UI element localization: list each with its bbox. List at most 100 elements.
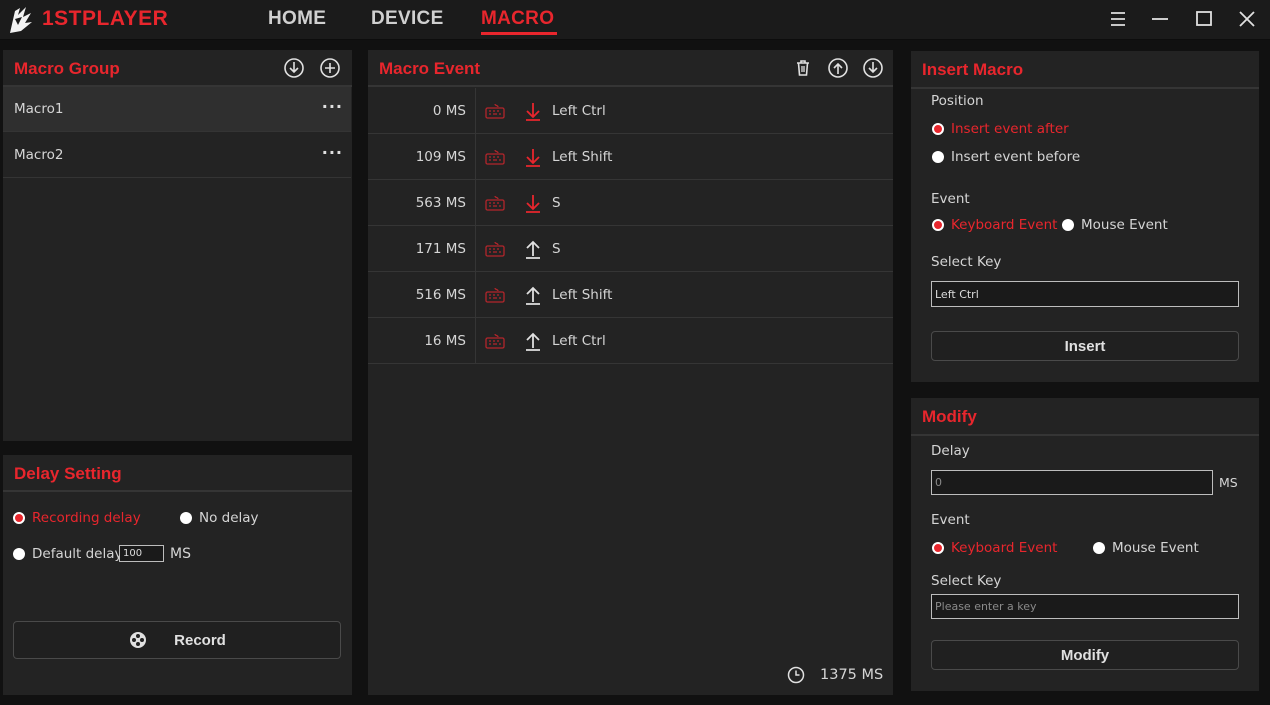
keyboard-icon <box>485 333 505 349</box>
modify-panel: Modify Delay 0 MS Event Keyboard Event M… <box>911 398 1259 691</box>
import-icon[interactable] <box>283 57 305 79</box>
column-divider <box>475 318 476 363</box>
insert-mouse-event-radio[interactable]: Mouse Event <box>1062 217 1168 233</box>
modify-keyboard-event-radio[interactable]: Keyboard Event <box>932 540 1057 556</box>
key-up-arrow-icon <box>524 285 542 305</box>
modify-title: Modify <box>922 407 977 426</box>
macro-event-row[interactable]: 109 MS Left Shift <box>368 134 893 180</box>
position-label: Position <box>931 93 984 109</box>
macro-event-title: Macro Event <box>379 59 481 78</box>
radio-label: Mouse Event <box>1112 540 1199 556</box>
macro-item-macro1[interactable]: Macro1 ··· <box>3 87 351 132</box>
nav-macro[interactable]: MACRO <box>481 8 554 30</box>
insert-after-radio[interactable]: Insert event after <box>932 121 1069 137</box>
menu-button[interactable] <box>1107 8 1131 30</box>
radio-label: Keyboard Event <box>951 540 1058 556</box>
insert-key-input[interactable]: Left Ctrl <box>931 281 1239 307</box>
default-delay-input[interactable]: 100 <box>119 545 164 562</box>
recording-delay-radio[interactable]: Recording delay <box>13 510 141 526</box>
add-icon[interactable] <box>319 57 341 79</box>
macro-group-panel: Macro Group Macro1 ··· Macro2 ··· <box>3 50 352 441</box>
radio-label: Mouse Event <box>1081 217 1168 233</box>
move-down-icon[interactable] <box>862 57 884 79</box>
brand-name: 1STPLAYER <box>42 7 169 30</box>
divider <box>911 434 1259 436</box>
radio-unselected-icon <box>1093 542 1105 554</box>
modify-key-input[interactable]: Please enter a key <box>931 594 1239 619</box>
radio-label: Insert event before <box>951 149 1081 165</box>
event-delay: 171 MS <box>415 241 466 257</box>
key-up-arrow-icon <box>524 239 542 259</box>
macro-event-row[interactable]: 16 MS Left Ctrl <box>368 318 893 364</box>
event-key: Left Shift <box>552 287 613 303</box>
delay-label: Delay <box>931 443 970 459</box>
delay-setting-title: Delay Setting <box>14 464 122 483</box>
insert-before-radio[interactable]: Insert event before <box>932 149 1080 165</box>
macro-event-row[interactable]: 171 MS S <box>368 226 893 272</box>
macro-event-panel: Macro Event 0 MS Left Ctrl 109 MS Left Shif… <box>368 50 893 695</box>
radio-label: Insert event after <box>951 121 1069 137</box>
nav-home[interactable]: HOME <box>268 8 326 30</box>
event-delay: 16 MS <box>424 333 466 349</box>
more-options-icon[interactable]: ··· <box>322 97 343 116</box>
event-key: S <box>552 241 561 257</box>
minimize-button[interactable] <box>1149 8 1173 30</box>
key-up-arrow-icon <box>524 331 542 351</box>
macro-event-row[interactable]: 563 MS S <box>368 180 893 226</box>
key-down-arrow-icon <box>524 147 542 167</box>
close-button[interactable] <box>1236 8 1260 30</box>
keyboard-icon <box>485 287 505 303</box>
event-delay: 516 MS <box>415 287 466 303</box>
default-delay-radio[interactable]: Default delay <box>13 546 123 562</box>
nav-device[interactable]: DEVICE <box>371 8 444 30</box>
no-delay-radio[interactable]: No delay <box>180 510 259 526</box>
macro-event-row[interactable]: 516 MS Left Shift <box>368 272 893 318</box>
select-key-label: Select Key <box>931 573 1002 589</box>
insert-macro-title: Insert Macro <box>922 60 1024 79</box>
active-tab-indicator <box>481 32 557 35</box>
radio-unselected-icon <box>180 512 192 524</box>
keyboard-icon <box>485 195 505 211</box>
insert-keyboard-event-radio[interactable]: Keyboard Event <box>932 217 1057 233</box>
maximize-button[interactable] <box>1193 8 1217 30</box>
radio-selected-icon <box>932 219 944 231</box>
column-divider <box>475 180 476 225</box>
record-reel-icon <box>130 632 147 648</box>
macro-group-title: Macro Group <box>14 59 120 78</box>
modify-button[interactable]: Modify <box>931 640 1239 670</box>
macro-item-macro2[interactable]: Macro2 ··· <box>3 133 351 178</box>
keyboard-icon <box>485 103 505 119</box>
radio-label: Keyboard Event <box>951 217 1058 233</box>
brand-logo-icon <box>10 7 32 33</box>
event-delay: 563 MS <box>415 195 466 211</box>
event-label: Event <box>931 512 970 528</box>
delay-setting-panel: Delay Setting Recording delay No delay D… <box>3 455 352 695</box>
radio-unselected-icon <box>932 151 944 163</box>
record-button-label: Record <box>174 631 226 649</box>
keyboard-icon <box>485 149 505 165</box>
keyboard-icon <box>485 241 505 257</box>
move-up-icon[interactable] <box>827 57 849 79</box>
event-key: Left Ctrl <box>552 103 606 119</box>
radio-label: Default delay <box>32 546 123 562</box>
modify-delay-input[interactable]: 0 <box>931 470 1213 495</box>
macro-event-row[interactable]: 0 MS Left Ctrl <box>368 88 893 134</box>
event-key: Left Shift <box>552 149 613 165</box>
column-divider <box>475 134 476 179</box>
record-button[interactable]: Record <box>13 621 341 659</box>
insert-button[interactable]: Insert <box>931 331 1239 361</box>
key-down-arrow-icon <box>524 101 542 121</box>
select-key-label: Select Key <box>931 254 1002 270</box>
radio-unselected-icon <box>13 548 25 560</box>
total-duration: 1375 MS <box>820 667 884 683</box>
key-down-arrow-icon <box>524 193 542 213</box>
more-options-icon[interactable]: ··· <box>322 143 343 162</box>
modify-mouse-event-radio[interactable]: Mouse Event <box>1093 540 1199 556</box>
event-label: Event <box>931 191 970 207</box>
column-divider <box>475 88 476 133</box>
trash-icon[interactable] <box>792 57 814 79</box>
radio-selected-icon <box>932 123 944 135</box>
divider <box>911 87 1259 89</box>
event-delay: 0 MS <box>432 103 466 119</box>
column-divider <box>475 272 476 317</box>
